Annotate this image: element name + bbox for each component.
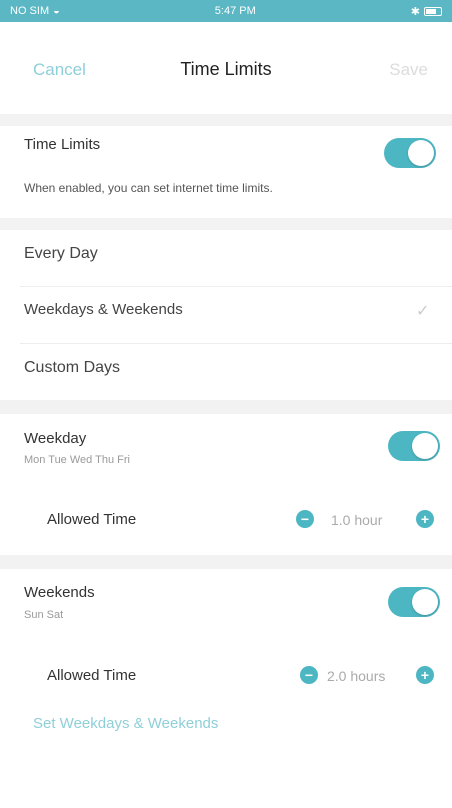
mode-label: Weekdays & Weekends <box>24 301 183 318</box>
weekday-days: Mon Tue Wed Thu Fri <box>24 454 130 466</box>
section-gap <box>0 114 452 126</box>
carrier-label: NO SIM <box>10 5 50 17</box>
weekday-toggle[interactable] <box>388 431 440 461</box>
mode-label: Custom Days <box>24 359 121 376</box>
page-title: Time Limits <box>180 59 272 79</box>
increment-button[interactable]: + <box>416 666 434 684</box>
allowed-time-label: Allowed Time <box>47 511 137 528</box>
decrement-button[interactable]: − <box>300 666 318 684</box>
allowed-time-label: Allowed Time <box>47 667 137 684</box>
weekends-row: Weekends Sun Sat <box>0 569 452 649</box>
toggle-knob <box>412 433 438 459</box>
weekday-allowed-time-row: Allowed Time − 1.0 hour + <box>0 494 452 550</box>
toggle-knob <box>408 140 434 166</box>
weekends-toggle[interactable] <box>388 587 440 617</box>
mode-label: Every Day <box>24 245 98 262</box>
battery-icon <box>424 6 442 16</box>
weekends-allowed-time-row: Allowed Time − 2.0 hours + <box>0 649 452 705</box>
weekends-days: Sun Sat <box>24 609 64 621</box>
set-weekdays-weekends-link[interactable]: Set Weekdays & Weekends <box>33 715 218 732</box>
mode-option-every-day[interactable]: Every Day <box>0 230 452 286</box>
nav-bar: Cancel Time Limits Save <box>0 22 452 114</box>
clock: 5:47 PM <box>214 5 256 17</box>
decrement-button[interactable]: − <box>296 510 314 528</box>
wifi-icon: ◒ <box>53 5 60 17</box>
weekday-label: Weekday <box>24 430 87 447</box>
mode-option-custom-days[interactable]: Custom Days <box>0 344 452 400</box>
time-limits-label: Time Limits <box>24 136 101 153</box>
section-gap <box>0 218 452 230</box>
time-limits-row: Time Limits When enabled, you can set in… <box>0 126 452 226</box>
status-bar: NO SIM ◒ 5:47 PM ✱ <box>0 0 452 22</box>
section-gap <box>0 555 452 569</box>
save-button[interactable]: Save <box>389 60 428 80</box>
toggle-knob <box>412 589 438 615</box>
mode-option-weekdays-weekends[interactable]: Weekdays & Weekends ✓ <box>0 287 452 343</box>
checkmark-icon: ✓ <box>416 303 430 320</box>
section-gap <box>0 400 452 414</box>
weekday-row: Weekday Mon Tue Wed Thu Fri <box>0 414 452 494</box>
allowed-time-value: 1.0 hour <box>331 512 383 528</box>
time-limits-description: When enabled, you can set internet time … <box>24 181 273 195</box>
allowed-time-value: 2.0 hours <box>327 668 386 684</box>
time-limits-toggle[interactable] <box>384 138 436 168</box>
weekends-label: Weekends <box>24 584 95 601</box>
increment-button[interactable]: + <box>416 510 434 528</box>
bluetooth-icon: ✱ <box>410 5 420 18</box>
